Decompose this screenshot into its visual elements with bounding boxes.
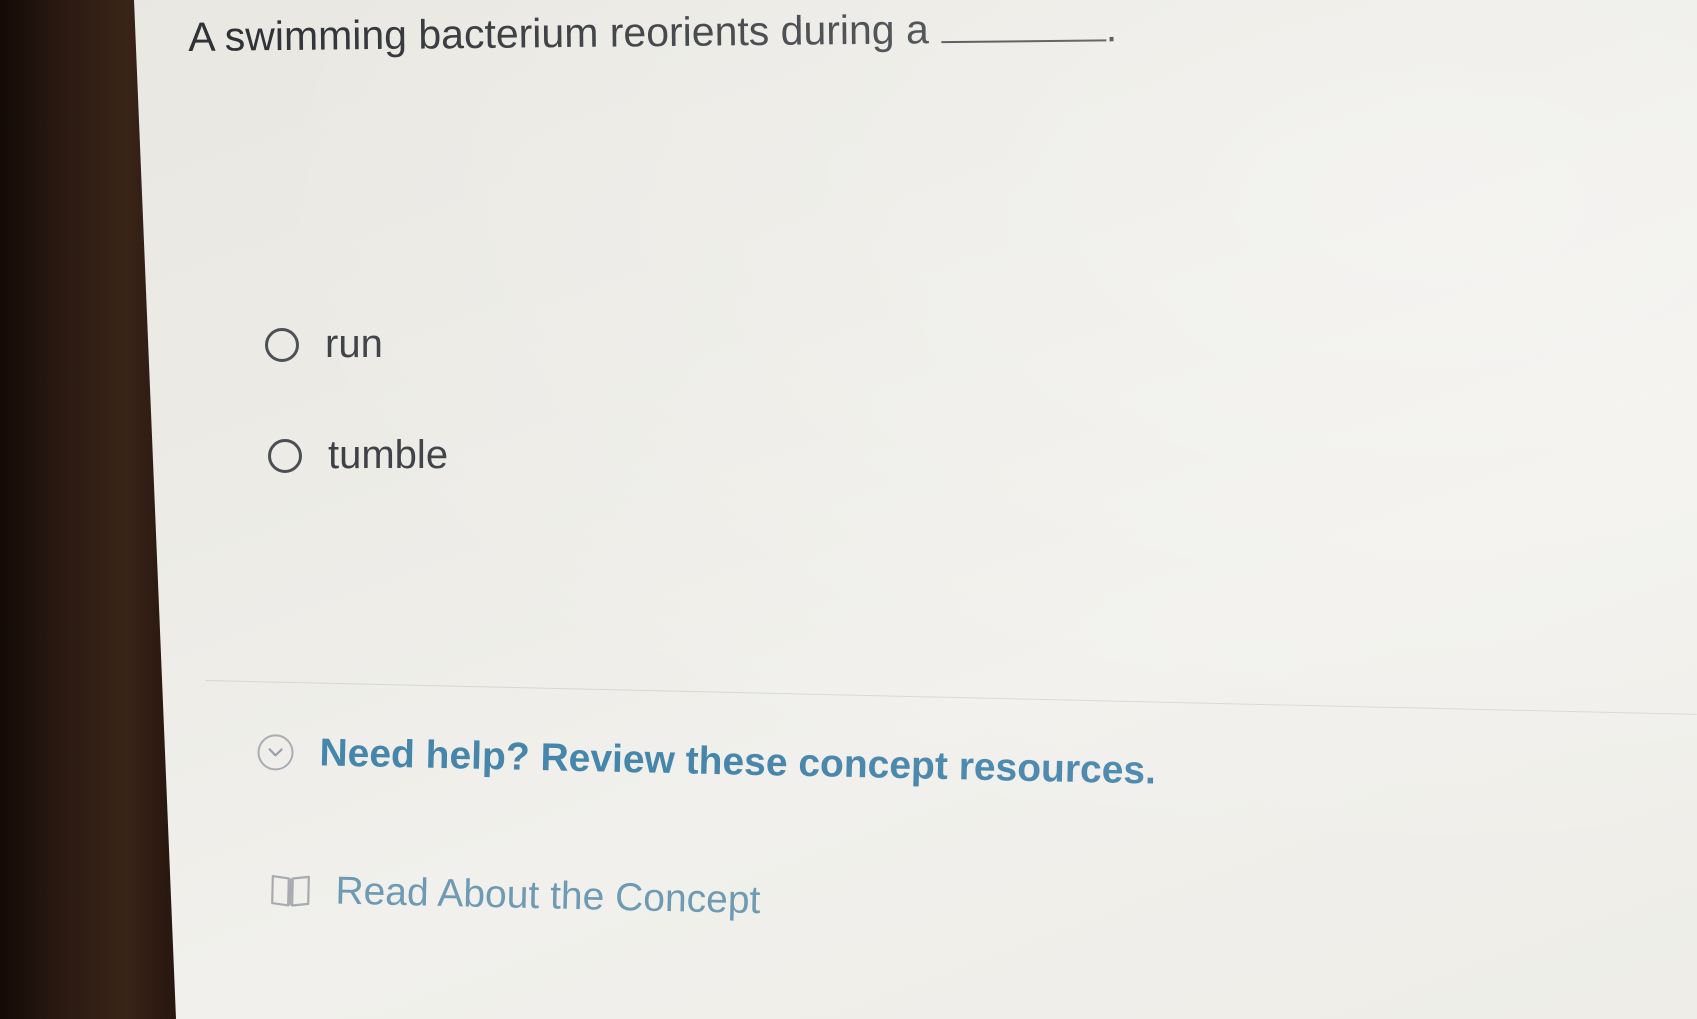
question-period: . [1105,4,1118,51]
radio-button-run[interactable] [265,327,299,362]
book-icon [269,871,312,910]
answer-label-run: run [325,322,383,366]
quiz-screen: A swimming bacterium reorients during a.… [134,0,1697,1019]
answer-label-tumble: tumble [328,433,449,477]
chevron-down-icon[interactable] [257,733,294,771]
radio-button-tumble[interactable] [268,438,302,473]
answer-option-run[interactable]: run [265,322,383,367]
help-text[interactable]: Need help? Review these concept resource… [319,731,1156,793]
read-about-concept-link[interactable]: Read About the Concept [269,868,761,923]
read-about-concept-label[interactable]: Read About the Concept [335,869,761,923]
question-text: A swimming bacterium reorients during a [188,6,930,60]
question-prompt: A swimming bacterium reorients during a. [188,4,1117,61]
section-divider [204,680,1697,715]
concept-resources-toggle[interactable]: Need help? Review these concept resource… [257,730,1156,794]
answer-blank [940,39,1106,44]
answer-option-tumble[interactable]: tumble [268,433,448,478]
